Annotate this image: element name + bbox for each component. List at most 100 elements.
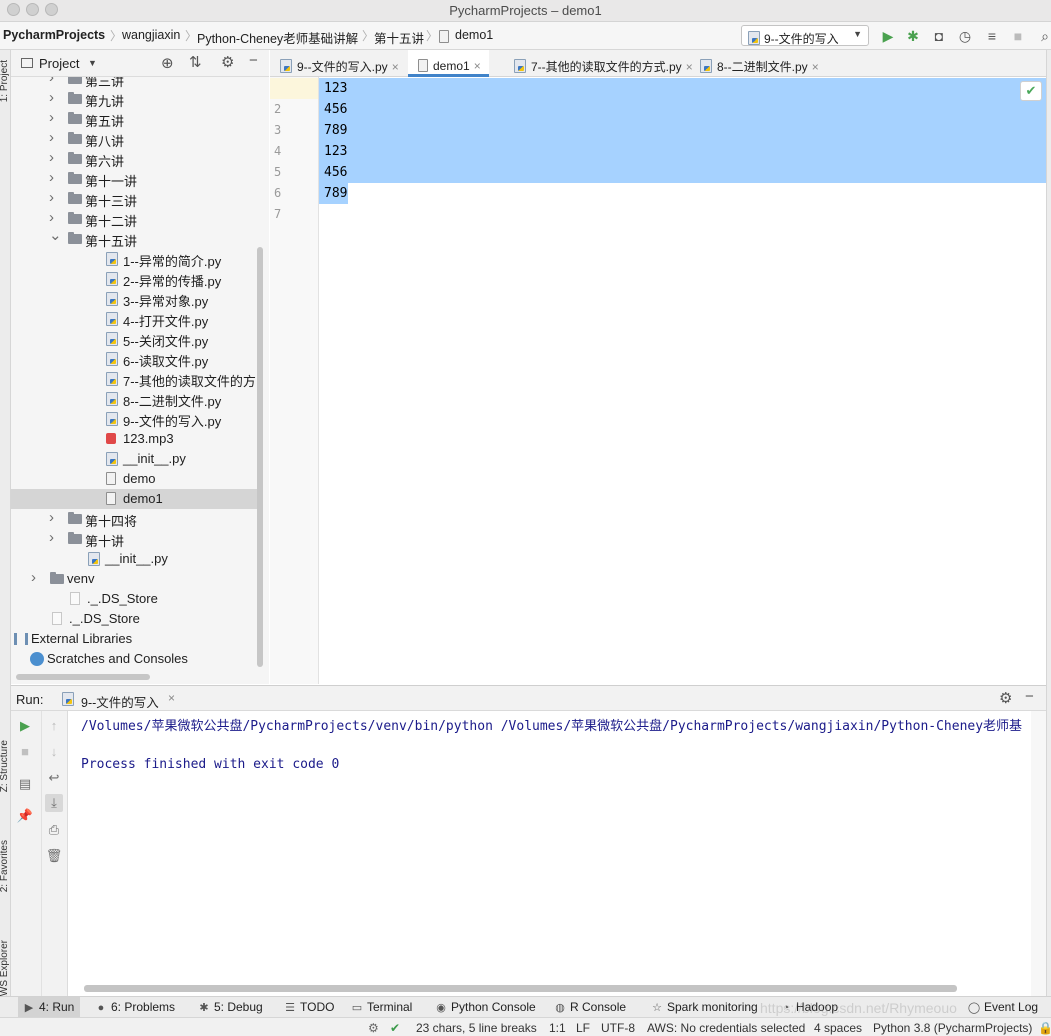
- vcs-check-icon[interactable]: ✔: [390, 1021, 400, 1035]
- chevron-right-icon[interactable]: ›: [49, 149, 54, 166]
- project-tool-tab[interactable]: 1: Project: [0, 60, 10, 102]
- chevron-right-icon[interactable]: ›: [49, 209, 54, 226]
- project-tree[interactable]: › 第三讲 › 第九讲 › 第五讲 › 第八讲 › 第六讲 › 第十一讲 › 第十三讲 › 第十二讲 ⌄ 第十五讲…: [11, 77, 269, 684]
- chevron-right-icon[interactable]: ›: [49, 529, 54, 546]
- tree-file-item[interactable]: 9--文件的写入.py: [11, 409, 257, 429]
- stop-icon[interactable]: ■: [1009, 27, 1027, 45]
- tree-file-item[interactable]: 2--异常的传播.py: [11, 269, 257, 289]
- run-console[interactable]: /Volumes/苹果微软公共盘/PycharmProjects/venv/bi…: [69, 711, 1031, 981]
- inspection-ok-icon[interactable]: ✔: [1020, 81, 1042, 101]
- tree-file-item[interactable]: 1--异常的简介.py: [11, 249, 257, 269]
- tree-folder-item[interactable]: › 第十三讲: [11, 189, 257, 209]
- gear-icon[interactable]: ⚙: [221, 53, 234, 71]
- line-separator[interactable]: LF: [576, 1021, 590, 1035]
- project-view-select[interactable]: Project: [39, 56, 79, 71]
- search-everywhere-icon[interactable]: ⌕: [1036, 27, 1051, 45]
- lock-icon[interactable]: ⚙: [368, 1021, 379, 1035]
- tree-file-item[interactable]: __init__.py: [11, 449, 257, 469]
- python-interpreter[interactable]: Python 3.8 (PycharmProjects): [873, 1021, 1032, 1035]
- close-icon[interactable]: ×: [392, 60, 399, 74]
- caret-position[interactable]: 1:1: [549, 1021, 566, 1035]
- chevron-right-icon[interactable]: ›: [49, 189, 54, 206]
- hide-panel-icon[interactable]: −: [1025, 688, 1034, 705]
- run-configuration-select[interactable]: 9--文件的写入 ▼: [741, 25, 869, 46]
- editor-tab[interactable]: 7--其他的读取文件的方式.py ×: [504, 50, 701, 77]
- tree-folder-item[interactable]: › 第三讲: [11, 77, 257, 89]
- tree-folder-item[interactable]: › 第十一讲: [11, 169, 257, 189]
- tree-file-item[interactable]: 7--其他的读取文件的方: [11, 369, 257, 389]
- chevron-right-icon[interactable]: ›: [31, 569, 36, 586]
- tree-folder-item[interactable]: › 第十四将: [11, 509, 257, 529]
- favorites-tool-tab[interactable]: 2: Favorites: [0, 840, 10, 892]
- console-horizontal-scrollbar[interactable]: [84, 985, 957, 992]
- tool-window-button[interactable]: ◯ Event Log: [967, 1000, 1038, 1014]
- gear-icon[interactable]: ⚙: [999, 689, 1012, 707]
- rerun-icon[interactable]: ▶: [16, 717, 34, 735]
- tool-window-button[interactable]: ✱ 5: Debug: [197, 1000, 262, 1014]
- tree-file-item[interactable]: 8--二进制文件.py: [11, 389, 257, 409]
- tree-folder-item[interactable]: › 第五讲: [11, 109, 257, 129]
- tree-file-item[interactable]: demo: [11, 469, 257, 489]
- tool-window-button[interactable]: ▶ 4: Run: [18, 997, 81, 1018]
- breadcrumb-project[interactable]: PycharmProjects: [3, 28, 105, 42]
- tree-file-item[interactable]: ._.DS_Store: [11, 609, 257, 629]
- chevron-down-icon[interactable]: ▼: [88, 58, 97, 68]
- close-icon[interactable]: ×: [812, 60, 819, 74]
- editor-tab[interactable]: 8--二进制文件.py ×: [690, 50, 827, 77]
- tree-folder-item[interactable]: › 第八讲: [11, 129, 257, 149]
- soft-wrap-icon[interactable]: ↩: [45, 769, 63, 787]
- tree-file-item[interactable]: __init__.py: [11, 549, 257, 569]
- tree-file-item[interactable]: ._.DS_Store: [11, 589, 257, 609]
- tree-folder-item[interactable]: › venv: [11, 569, 257, 589]
- print-icon[interactable]: ⎙: [45, 821, 63, 839]
- chevron-right-icon[interactable]: ›: [49, 169, 54, 186]
- tree-folder-item[interactable]: ›External Libraries: [11, 629, 257, 649]
- aws-credentials[interactable]: AWS: No credentials selected: [647, 1021, 805, 1035]
- tree-file-item[interactable]: 5--关闭文件.py: [11, 329, 257, 349]
- chevron-right-icon[interactable]: ›: [49, 129, 54, 146]
- run-tab-label[interactable]: 9--文件的写入: [81, 692, 159, 711]
- tree-file-item[interactable]: 3--异常对象.py: [11, 289, 257, 309]
- locate-file-icon[interactable]: ⊕: [161, 54, 174, 72]
- tool-window-button[interactable]: ☆ Spark monitoring: [650, 1000, 758, 1014]
- file-encoding[interactable]: UTF-8: [601, 1021, 635, 1035]
- aws-explorer-tool-tab[interactable]: AWS Explorer: [0, 940, 10, 1002]
- collapse-all-icon[interactable]: ⇅: [189, 53, 202, 71]
- lock-icon[interactable]: 🔒: [1038, 1021, 1051, 1035]
- hide-panel-icon[interactable]: −: [249, 52, 258, 69]
- pin-icon[interactable]: 📌: [16, 807, 34, 825]
- trash-icon[interactable]: 🗑: [45, 847, 63, 865]
- tool-window-button[interactable]: ◉ Python Console: [434, 1000, 536, 1014]
- breadcrumb-folder[interactable]: Python-Cheney老师基础讲解: [197, 28, 358, 47]
- tree-vertical-scrollbar[interactable]: [257, 247, 263, 667]
- close-icon[interactable]: ×: [474, 59, 481, 73]
- tree-folder-item[interactable]: › 第十讲: [11, 529, 257, 549]
- chevron-right-icon[interactable]: ›: [49, 509, 54, 526]
- build-icon[interactable]: ≡: [983, 27, 1001, 45]
- tree-file-item[interactable]: 123.mp3: [11, 429, 257, 449]
- arrow-down-icon[interactable]: ↓: [45, 743, 63, 761]
- console-vertical-scrollbar[interactable]: [1031, 711, 1046, 996]
- tree-horizontal-scrollbar[interactable]: [16, 674, 150, 680]
- chevron-right-icon[interactable]: ›: [49, 77, 54, 86]
- tree-file-item[interactable]: 4--打开文件.py: [11, 309, 257, 329]
- tree-folder-item[interactable]: › 第十二讲: [11, 209, 257, 229]
- debug-icon[interactable]: ✱: [904, 27, 922, 45]
- layout-icon[interactable]: ▤: [16, 775, 34, 793]
- breadcrumb-folder[interactable]: wangjiaxin: [122, 28, 180, 42]
- arrow-up-icon[interactable]: ↑: [45, 717, 63, 735]
- editor-tab[interactable]: 9--文件的写入.py ×: [270, 50, 407, 77]
- tree-file-item[interactable]: demo1: [11, 489, 257, 509]
- tool-window-button[interactable]: ▭ Terminal: [350, 1000, 413, 1014]
- profile-icon[interactable]: ◷: [956, 27, 974, 45]
- coverage-icon[interactable]: ◘: [930, 27, 948, 45]
- run-icon[interactable]: ▶: [879, 27, 897, 45]
- breadcrumb-file[interactable]: demo1: [455, 28, 493, 42]
- indent-setting[interactable]: 4 spaces: [814, 1021, 862, 1035]
- tree-folder-item[interactable]: › 第六讲: [11, 149, 257, 169]
- selection-info[interactable]: 23 chars, 5 line breaks: [416, 1021, 537, 1035]
- tree-folder-item[interactable]: › 第九讲: [11, 89, 257, 109]
- chevron-down-icon[interactable]: ⌄: [49, 226, 62, 244]
- tool-window-button[interactable]: ● 6: Problems: [94, 1000, 175, 1014]
- tool-window-button[interactable]: ☰ TODO: [283, 1000, 334, 1014]
